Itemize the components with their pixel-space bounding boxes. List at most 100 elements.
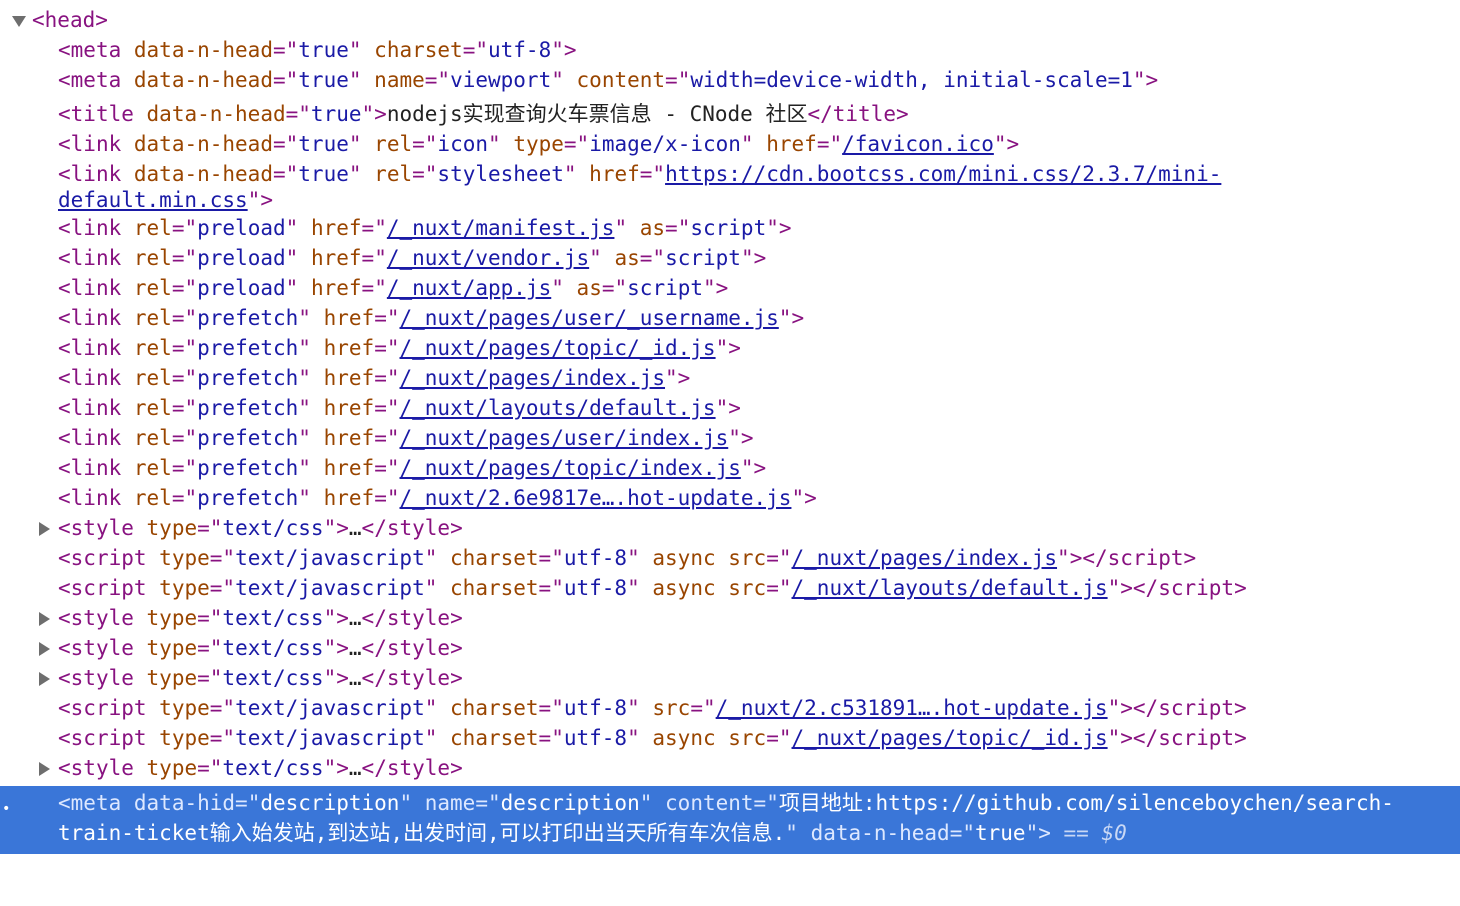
href-link[interactable]: /_nuxt/pages/user/_username.js [400,306,779,330]
selection-dot-icon: • [2,801,11,817]
attr-name: rel [133,276,172,300]
node-style[interactable]: <style type="text/css">…</style> [0,633,1460,663]
href-link[interactable]: /_nuxt/vendor.js [387,246,589,270]
href-link[interactable]: https://cdn.bootcss.com/mini.css/2.3.7/m… [665,162,1221,186]
node-head[interactable]: <head> [0,5,1460,35]
collapse-triangle-icon[interactable] [12,16,26,27]
src-link[interactable]: /_nuxt/2.c531891….hot-update.js [716,696,1108,720]
node-script[interactable]: <script type="text/javascript" charset="… [0,573,1460,603]
node-link-icon[interactable]: <link data-n-head="true" rel="icon" type… [0,129,1460,159]
tag-bracket: < [58,102,71,126]
node-link-preload[interactable]: <link rel="preload" href="/_nuxt/app.js"… [0,273,1460,303]
expand-triangle-icon[interactable] [39,762,50,776]
href-link[interactable]: /_nuxt/pages/topic/index.js [400,456,741,480]
attr-value: description [260,791,400,815]
collapsed-ellipsis[interactable]: … [349,666,362,690]
node-style[interactable]: <style type="text/css">…</style> [0,663,1460,693]
src-link[interactable]: /_nuxt/pages/topic/_id.js [792,726,1108,750]
collapsed-ellipsis[interactable]: … [349,606,362,630]
expand-triangle-icon[interactable] [39,522,50,536]
href-link[interactable]: /_nuxt/pages/topic/_id.js [400,336,716,360]
node-script[interactable]: <script type="text/javascript" charset="… [0,693,1460,723]
href-link[interactable]: /_nuxt/manifest.js [387,216,615,240]
href-link[interactable]: /_nuxt/layouts/default.js [400,396,716,420]
quote: " [209,516,223,540]
tag-name: style [386,756,451,780]
attr-name: charset [374,38,463,62]
attr-name: href [323,426,375,450]
quote: " [551,38,564,62]
href-link[interactable]: /_nuxt/pages/user/index.js [400,426,729,450]
node-link-prefetch[interactable]: <link rel="prefetch" href="/_nuxt/layout… [0,393,1460,423]
attr-eq: = [361,246,375,270]
node-script[interactable]: <script type="text/javascript" charset="… [0,723,1460,753]
src-link[interactable]: /_nuxt/pages/index.js [792,546,1058,570]
href-link[interactable]: /_nuxt/2.6e9817e….hot-update.js [400,486,792,510]
attr-name: as [639,216,666,240]
quote: " [348,68,362,92]
expand-triangle-icon[interactable] [39,672,50,686]
expand-triangle-icon[interactable] [39,612,50,626]
node-style[interactable]: <style type="text/css">…</style> [0,513,1460,543]
tag-bracket: > [1038,821,1051,845]
quote: " [184,216,198,240]
node-link-prefetch[interactable]: <link rel="prefetch" href="/_nuxt/pages/… [0,423,1460,453]
tag-bracket: </ [361,666,387,690]
attr-value: text/css [222,756,324,780]
node-link-preload[interactable]: <link rel="preload" href="/_nuxt/vendor.… [0,243,1460,273]
collapsed-ellipsis[interactable]: … [349,636,362,660]
node-link-prefetch[interactable]: <link rel="prefetch" href="/_nuxt/pages/… [0,303,1460,333]
attr-value: utf-8 [563,546,628,570]
quote: " [374,276,387,300]
href-link[interactable]: /_nuxt/pages/index.js [400,366,666,390]
attr-value: true [310,102,362,126]
tag-bracket: </ [361,756,387,780]
attr-eq: = [197,606,210,630]
node-style[interactable]: <style type="text/css">…</style> [0,753,1460,783]
node-style[interactable]: <style type="text/css">…</style> [0,603,1460,633]
tag-name: style [70,606,134,630]
attr-value: script [690,216,767,240]
attr-eq: = [209,696,223,720]
node-meta-description-selected[interactable]: • <meta data-hid="description" name="des… [0,786,1460,854]
node-link-prefetch[interactable]: <link rel="prefetch" href="/_nuxt/pages/… [0,333,1460,363]
node-meta-charset[interactable]: <meta data-n-head="true" charset="utf-8"… [0,35,1460,65]
collapsed-ellipsis[interactable]: … [349,756,362,780]
tag-bracket: > [753,456,767,480]
quote: " [298,336,311,360]
href-link[interactable]: /_nuxt/app.js [387,276,551,300]
collapsed-ellipsis[interactable]: … [349,516,362,540]
href-link[interactable]: default.min.css [58,188,248,212]
attr-name: href [323,306,375,330]
expand-triangle-icon[interactable] [39,642,50,656]
node-link-prefetch[interactable]: <link rel="prefetch" href="/_nuxt/pages/… [0,363,1460,393]
quote: " [184,396,198,420]
src-link[interactable]: /_nuxt/layouts/default.js [792,576,1108,600]
tag-bracket: > [740,426,754,450]
attr-value: description [500,791,640,815]
node-link-prefetch[interactable]: <link rel="prefetch" href="/_nuxt/2.6e98… [0,483,1460,513]
tag-name: style [386,606,451,630]
attr-value: stylesheet [437,162,564,186]
tag-bracket: > [715,276,729,300]
quote: " [222,546,236,570]
node-title[interactable]: <title data-n-head="true">nodejs实现查询火车票信… [0,99,1460,129]
quote: " [715,396,729,420]
attr-value: utf-8 [563,576,628,600]
node-link-prefetch[interactable]: <link rel="prefetch" href="/_nuxt/pages/… [0,453,1460,483]
tag-name: style [70,666,134,690]
tag-name: script [1158,576,1235,600]
node-meta-viewport[interactable]: <meta data-n-head="true" name="viewport"… [0,65,1460,95]
attr-name: as [576,276,602,300]
quote: " [703,276,716,300]
console-ref-dollar: $0 [1101,821,1127,845]
attr-value: text/css [222,606,324,630]
node-link-stylesheet-wrap[interactable]: default.min.css"> [0,185,1460,215]
attr-value: utf-8 [563,696,628,720]
attr-value: script [665,246,741,270]
node-link-preload[interactable]: <link rel="preload" href="/_nuxt/manifes… [0,213,1460,243]
attr-eq: = [538,726,552,750]
node-script[interactable]: <script type="text/javascript" charset="… [0,543,1460,573]
attr-eq: = [171,216,185,240]
href-link[interactable]: /favicon.ico [842,132,994,156]
